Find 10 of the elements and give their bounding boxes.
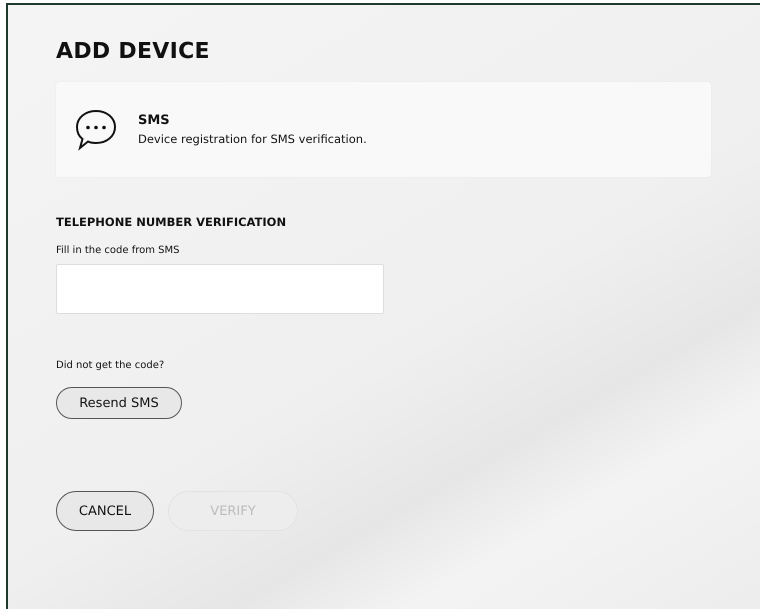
page-title: ADD DEVICE xyxy=(56,39,210,64)
action-button[interactable]: CANCEL xyxy=(56,491,154,531)
method-name: SMS xyxy=(138,113,171,128)
code-input-field[interactable] xyxy=(56,264,384,314)
method-description: Device registration for SMS verification. xyxy=(138,132,367,146)
chat-bubble-icon xyxy=(74,108,118,152)
resend-sms-button[interactable]: Resend SMS xyxy=(56,387,182,419)
field-label: Fill in the code from SMS xyxy=(56,245,180,256)
section-title: TELEPHONE NUMBER VERIFICATION xyxy=(56,215,286,229)
resend-prompt: Did not get the code? xyxy=(56,360,164,371)
